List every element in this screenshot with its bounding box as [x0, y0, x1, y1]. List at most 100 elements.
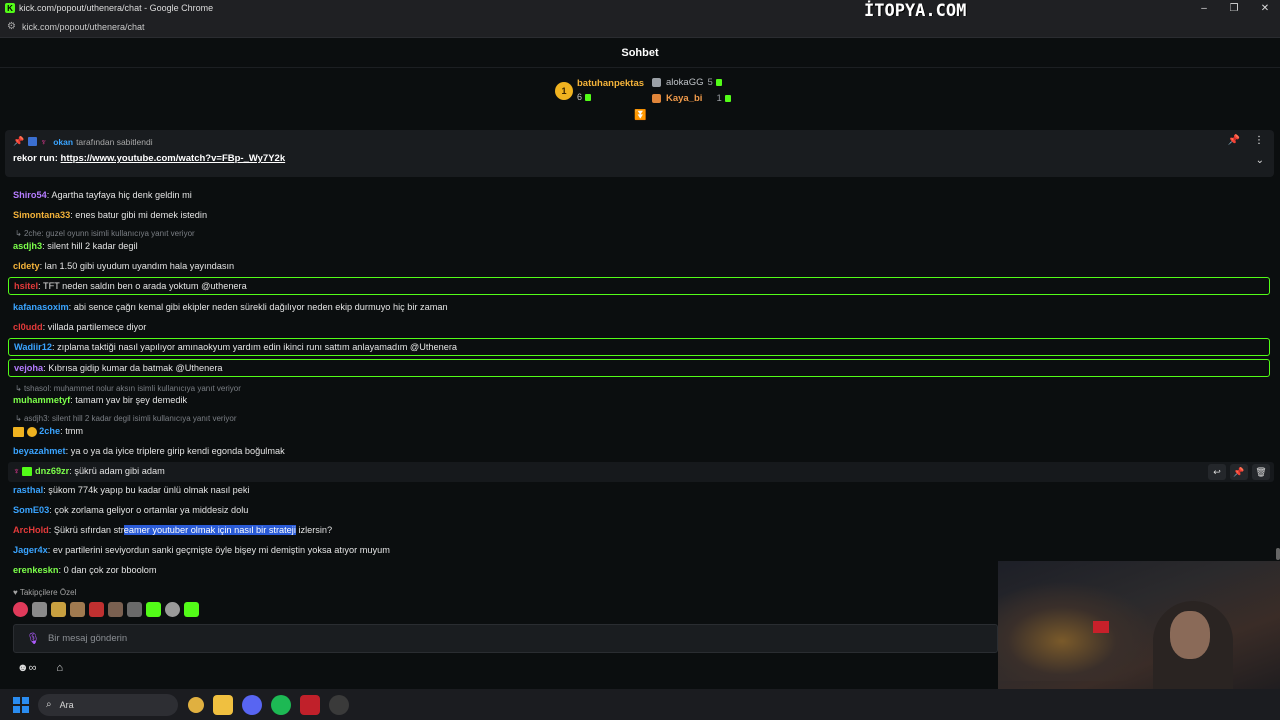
message-username[interactable]: Shiro54 [13, 190, 47, 200]
settings-icon[interactable] [329, 694, 349, 715]
chat-message: erenkeskn: 0 dan çok zor bboolom [13, 565, 157, 575]
restore-icon[interactable]: ❐ [1219, 0, 1249, 16]
gift-sub-icon [724, 95, 731, 102]
reply-context: ↳ tshasol: muhammet nolur aksın isimli k… [15, 384, 241, 393]
top-gifter-1[interactable]: 1 batuhanpektas 6 [555, 78, 644, 102]
message-username[interactable]: vejoha [14, 363, 43, 373]
reply-context: ↳ 2che: guzel oyunn isimli kullanıcıya y… [15, 229, 195, 238]
emote-picker-icon[interactable]: ☻∞ [17, 662, 36, 674]
message-username[interactable]: ArcHold [13, 525, 49, 535]
message-username[interactable]: beyazahmet [13, 446, 66, 456]
message-username[interactable]: hsitel [14, 281, 38, 291]
message-username[interactable]: SomE03 [13, 505, 49, 515]
delete-icon[interactable]: 🗑 [1252, 464, 1270, 480]
search-icon: ⌕ [46, 699, 52, 710]
gold-medal-icon: 1 [555, 82, 573, 100]
message-username[interactable]: Jager4x [13, 545, 48, 555]
app-icon[interactable] [300, 694, 320, 715]
hovered-message-row[interactable]: ♆ dnz69zr: şükrü adam gibi adam ↩ 📌 🗑 [8, 462, 1274, 482]
taskbar-search[interactable]: ⌕ Ara [38, 693, 178, 716]
reply-context: ↳ asdjh3: silent hill 2 kadar degil isim… [15, 414, 237, 423]
emote[interactable] [146, 602, 161, 617]
message-username[interactable]: muhammetyf [13, 395, 70, 405]
more-options-icon[interactable]: ⋮ [1254, 135, 1264, 146]
emote[interactable] [165, 602, 180, 617]
chat-message: 2che: tmm [13, 426, 83, 437]
site-info-icon[interactable]: ⚙ [7, 21, 16, 32]
gifter-count: 6 [577, 92, 583, 102]
gifter-name: batuhanpektas [577, 78, 645, 89]
message-text: çok zorlama geliyor o ortamlar ya middes… [54, 505, 249, 515]
chat-message: Jager4x: ev partilerini seviyordun sanki… [13, 545, 390, 555]
message-username[interactable]: rasthal [13, 485, 43, 495]
gifter-count: 5 [707, 77, 713, 88]
unpin-icon[interactable]: 📌 [1228, 135, 1240, 146]
emote[interactable] [32, 602, 47, 617]
rules-icon[interactable]: ⌂ [56, 662, 63, 674]
spotify-icon[interactable] [271, 694, 291, 715]
pin-message-icon[interactable]: 📌 [1230, 464, 1248, 480]
emote[interactable] [184, 602, 199, 617]
windows-taskbar: ⌕ Ara [0, 689, 1280, 720]
message-username[interactable]: 2che [39, 426, 60, 436]
chat-message: hsitel: TFT neden saldın ben o arada yok… [14, 281, 247, 291]
microphone-icon[interactable]: 🎙 [26, 632, 40, 645]
close-icon[interactable]: ✕ [1250, 0, 1280, 16]
message-username[interactable]: cl0udd [13, 322, 43, 332]
chat-toolbar: ☻∞ ⌂ [17, 662, 63, 674]
collapse-arrow-icon[interactable]: ⏬ [634, 110, 646, 121]
gift-sub-icon [715, 79, 722, 86]
message-text: tamam yav bir şey demedik [75, 395, 188, 405]
chat-message: kafanasoxim: abi sence çağrı kemal gibi … [13, 302, 448, 312]
message-username[interactable]: asdjh3 [13, 241, 42, 251]
discord-icon[interactable] [242, 694, 262, 715]
selected-text: eamer youtuber olmak için nasıl bir stra… [123, 525, 296, 535]
windows-start-icon[interactable] [13, 696, 29, 713]
message-username[interactable]: Simontana33 [13, 210, 70, 220]
message-text: TFT neden saldın ben o arada yoktum @uth… [42, 281, 247, 291]
minimize-icon[interactable]: – [1189, 0, 1219, 16]
chat-message: Wadiir12: zıplama taktiği nasıl yapılıyo… [14, 342, 458, 352]
message-text: enes batur gibi mi demek istedin [75, 210, 208, 220]
message-input[interactable]: 🎙 Bir mesaj gönderin [13, 624, 998, 653]
pin-icon: 📌 [13, 136, 25, 146]
chrome-icon[interactable] [188, 696, 204, 713]
message-username[interactable]: cldety [13, 261, 40, 271]
message-username[interactable]: Wadiir12 [14, 342, 52, 352]
address-bar[interactable]: ⚙ kick.com/popout/uthenera/chat [0, 16, 1280, 38]
pinned-link[interactable]: https://www.youtube.com/watch?v=FBp-_Wy7… [61, 153, 286, 164]
subscriber-badge-icon: ♆ [40, 137, 47, 147]
message-text: ev partilerini seviyordun sanki geçmişte… [52, 545, 390, 555]
message-username[interactable]: dnz69zr [35, 466, 69, 476]
file-explorer-icon[interactable] [213, 694, 233, 715]
url-text[interactable]: kick.com/popout/uthenera/chat [22, 22, 145, 32]
highlighted-message: Wadiir12: zıplama taktiği nasıl yapılıyo… [8, 338, 1270, 356]
top-gifter-3[interactable]: Kaya_bi 1 [652, 93, 731, 104]
emote[interactable] [108, 602, 123, 617]
reply-icon[interactable]: ↩ [1208, 464, 1226, 480]
emotes-label: Takipçilere Özel [19, 588, 77, 597]
browser-title-bar: K kick.com/popout/uthenera/chat - Google… [0, 0, 1280, 21]
chat-message: Shiro54: Agartha tayfaya hiç denk geldin… [13, 190, 192, 200]
message-username[interactable]: erenkeskn [13, 565, 58, 575]
scrollbar[interactable] [1276, 548, 1280, 560]
message-text: silent hill 2 kadar degil [47, 241, 138, 251]
emote[interactable] [89, 602, 104, 617]
pinned-by-user[interactable]: okan [53, 137, 73, 147]
chevron-down-icon[interactable]: ⌄ [1256, 155, 1264, 166]
emote[interactable] [127, 602, 142, 617]
chat-message: cl0udd: villada partilemece diyor [13, 322, 147, 332]
emote[interactable] [70, 602, 85, 617]
gifter-badge-icon [26, 426, 37, 437]
emote[interactable] [51, 602, 66, 617]
chat-message: asdjh3: silent hill 2 kadar degil [13, 241, 138, 251]
city-lights [998, 581, 1158, 681]
message-text-before: Şükrü sıfırdan str [53, 525, 124, 535]
message-username[interactable]: kafanasoxim [13, 302, 69, 312]
message-text: Kıbrısa gidip kumar da batmak @Uthenera [48, 363, 223, 373]
message-text: zıplama taktiği nasıl yapılıyor amınaoky… [57, 342, 458, 352]
top-gifter-2[interactable]: alokaGG 5 [652, 77, 722, 88]
message-text: şükrü adam gibi adam [74, 466, 165, 476]
chat-header: Sohbet [0, 38, 1280, 68]
emote[interactable] [13, 602, 28, 617]
